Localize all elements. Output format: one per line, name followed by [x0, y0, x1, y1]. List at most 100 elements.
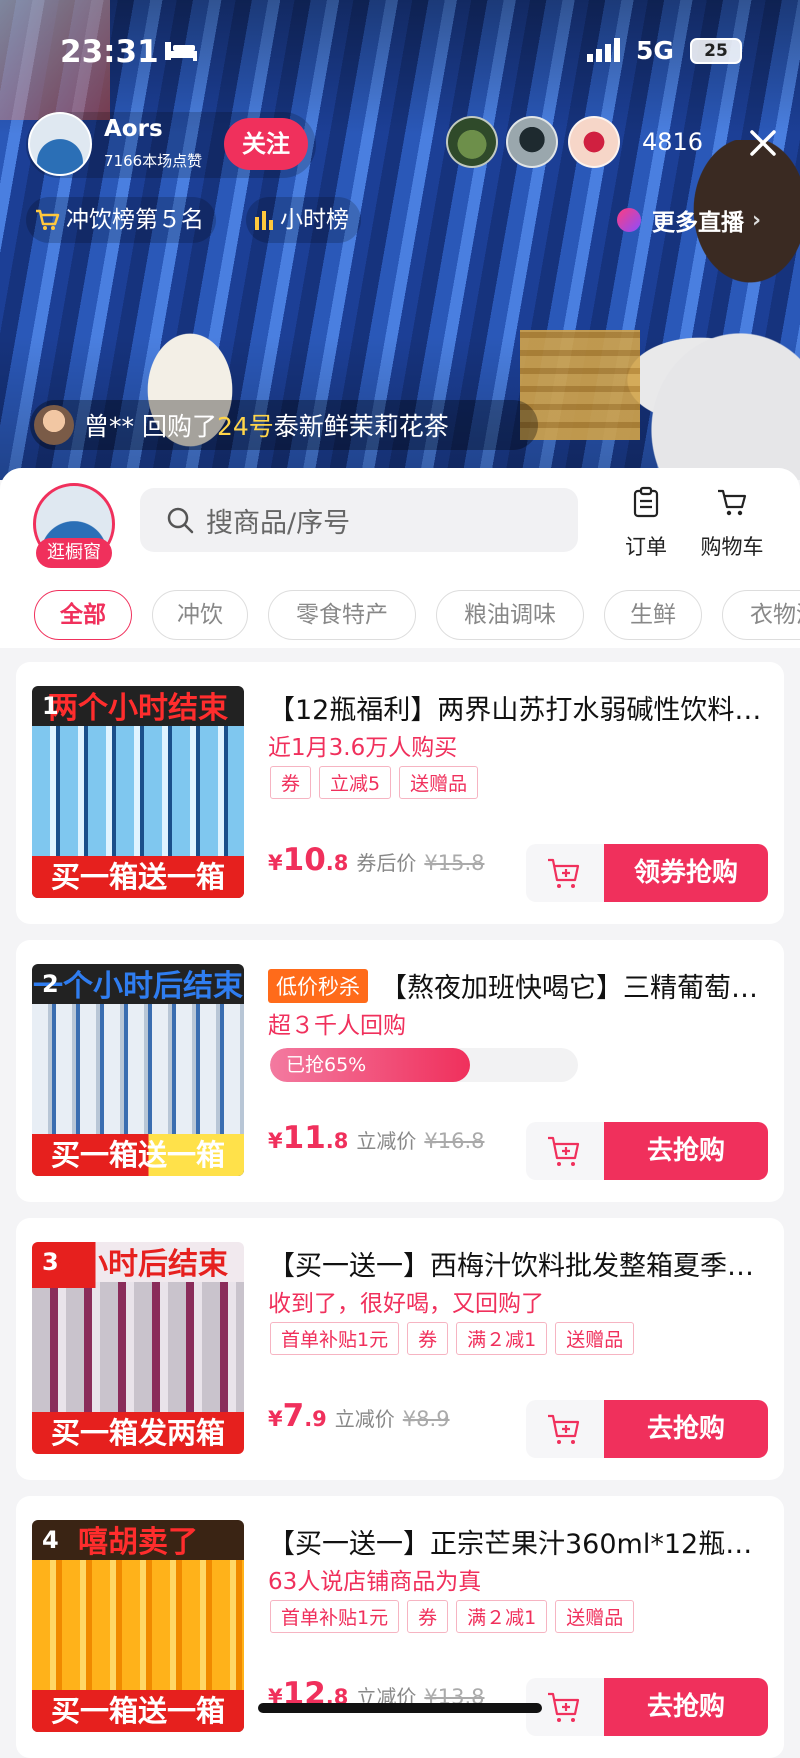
viewer-avatar[interactable]: [446, 116, 498, 168]
network-type: 5G: [636, 36, 674, 65]
viewer-count[interactable]: 4816: [642, 128, 703, 156]
cart-button[interactable]: 购物车: [692, 486, 772, 561]
host-name: Aors: [104, 116, 163, 142]
coupon-tag: 券: [270, 766, 312, 799]
status-time: 23:31: [60, 34, 159, 70]
product-title[interactable]: 【买一送一】西梅汁饮料批发整箱夏季饮品: [268, 1244, 768, 1283]
add-cart-icon: [548, 858, 580, 888]
bar-chart-icon: [255, 211, 273, 230]
subsidy-tag: 首单补贴1元: [270, 1322, 400, 1355]
discount-tag: 立减5: [319, 766, 392, 799]
gift-tag: 送赠品: [555, 1600, 635, 1633]
product-title[interactable]: 【买一送一】正宗芒果汁360ml*12瓶整箱: [268, 1522, 768, 1561]
coupon-tag: 券: [407, 1322, 449, 1355]
discount-tag: 满２减1: [456, 1322, 548, 1355]
viewer-avatar[interactable]: [568, 116, 620, 168]
gift-tag: 送赠品: [555, 1322, 635, 1355]
toast-user-avatar: [34, 405, 74, 445]
toast-user: 曾**: [84, 412, 135, 441]
sold-progress-bar: 已抢65%: [270, 1048, 578, 1082]
category-tabs: 全部 冲饮 零食特产 粮油调味 生鲜 衣物清洁: [0, 590, 800, 644]
thumb-top-text: 嘻胡卖了: [78, 1525, 198, 1560]
search-input[interactable]: 搜商品/序号: [140, 488, 578, 552]
product-tags: 券 立减5 送赠品: [270, 766, 479, 799]
cart-label: 购物车: [700, 535, 764, 559]
bottles-image: [32, 1004, 244, 1134]
tab-grain-oil[interactable]: 粮油调味: [436, 590, 584, 640]
flash-sale-badge: 低价秒杀: [268, 969, 368, 1003]
host-likes: 7166本场点赞: [104, 152, 203, 170]
product-title[interactable]: 【12瓶福利】两界山苏打水弱碱性饮料整箱批发: [268, 688, 768, 727]
bottles-image: [32, 1560, 244, 1690]
close-icon[interactable]: [744, 124, 782, 162]
shopping-cart-icon: [718, 489, 747, 516]
product-thumbnail[interactable]: 一个小时后结束 买一箱送一箱 2: [32, 964, 244, 1176]
product-price: ¥10.8 券后价 ¥15.8: [268, 842, 485, 878]
search-placeholder: 搜商品/序号: [206, 507, 351, 539]
toast-verb: 回购了: [141, 412, 217, 441]
price-label: 立减价: [356, 1129, 417, 1153]
buy-button[interactable]: 领券抢购: [604, 844, 768, 902]
thumb-top-text: 一个小时后结束: [33, 969, 243, 1004]
tab-drinks[interactable]: 冲饮: [152, 590, 248, 640]
product-thumbnail[interactable]: 嘻胡卖了 买一箱送一箱 4: [32, 1520, 244, 1732]
orders-button[interactable]: 订单: [606, 486, 686, 561]
add-cart-icon: [548, 1414, 580, 1444]
follow-button[interactable]: 关注: [224, 118, 308, 170]
original-price: ¥15.8: [424, 851, 485, 875]
tab-fresh[interactable]: 生鲜: [604, 590, 702, 640]
toast-product: 泰新鲜茉莉花茶: [273, 412, 449, 441]
product-price: ¥7.9 立减价 ¥8.9: [268, 1398, 450, 1434]
product-subtitle: 收到了，很好喝，又回购了: [268, 1291, 544, 1317]
add-to-cart-button[interactable]: [526, 1400, 604, 1458]
tab-all[interactable]: 全部: [34, 590, 132, 640]
product-card[interactable]: 两个小时结束 买一箱送一箱 1 【12瓶福利】两界山苏打水弱碱性饮料整箱批发 近…: [16, 662, 784, 924]
buy-button[interactable]: 去抢购: [604, 1678, 768, 1736]
thumb-bottom-text: 买一箱发两箱: [32, 1412, 244, 1454]
chevron-right-icon: ›: [752, 207, 762, 233]
product-card[interactable]: 两小时后结束 买一箱发两箱 3 【买一送一】西梅汁饮料批发整箱夏季饮品 收到了，…: [16, 1218, 784, 1480]
original-price: ¥16.8: [424, 1129, 485, 1153]
search-icon: [167, 507, 194, 534]
thumb-top-text: 两个小时结束: [48, 691, 228, 726]
sleep-mode-icon: [165, 42, 197, 61]
discount-tag: 满２减1: [456, 1600, 548, 1633]
buy-button[interactable]: 去抢购: [604, 1122, 768, 1180]
product-thumbnail[interactable]: 两小时后结束 买一箱发两箱 3: [32, 1242, 244, 1454]
progress-text: 已抢65%: [286, 1054, 367, 1076]
buy-button[interactable]: 去抢购: [604, 1400, 768, 1458]
rank-badge-drinks[interactable]: 冲饮榜第５名: [26, 197, 216, 243]
add-to-cart-button[interactable]: [526, 844, 604, 902]
viewer-avatar[interactable]: [506, 116, 558, 168]
product-title[interactable]: 低价秒杀【熬夜加班快喝它】三精葡萄糖饮料整箱: [268, 966, 768, 1005]
price-label: 立减价: [334, 1407, 395, 1431]
cart-icon: [36, 209, 60, 230]
rank-badge-label: 冲饮榜第５名: [66, 207, 204, 233]
product-card[interactable]: 嘻胡卖了 买一箱送一箱 4 【买一送一】正宗芒果汁360ml*12瓶整箱 63人…: [16, 1496, 784, 1758]
bottles-image: [32, 726, 244, 856]
signal-icon: [587, 38, 620, 62]
coupon-tag: 券: [407, 1600, 449, 1633]
product-card[interactable]: 一个小时后结束 买一箱送一箱 2 低价秒杀【熬夜加班快喝它】三精葡萄糖饮料整箱 …: [16, 940, 784, 1202]
product-thumbnail[interactable]: 两个小时结束 买一箱送一箱 1: [32, 686, 244, 898]
product-rank: 2: [42, 970, 59, 998]
host-avatar[interactable]: [28, 112, 92, 176]
tab-snacks[interactable]: 零食特产: [268, 590, 416, 640]
rank-badge-hourly[interactable]: 小时榜: [246, 197, 361, 243]
add-cart-icon: [548, 1136, 580, 1166]
more-live-link[interactable]: 更多直播 ›: [614, 197, 761, 243]
orders-label: 订单: [625, 535, 667, 559]
shop-window-tag[interactable]: 逛橱窗: [36, 538, 112, 568]
subsidy-tag: 首单补贴1元: [270, 1600, 400, 1633]
original-price: ¥8.9: [402, 1407, 450, 1431]
tab-laundry[interactable]: 衣物清洁: [722, 590, 800, 640]
battery-icon: 25: [690, 38, 742, 64]
thumb-top-text: 两小时后结束: [32, 1242, 244, 1288]
add-to-cart-button[interactable]: [526, 1122, 604, 1180]
thumb-bottom-text: 买一箱送一箱: [32, 856, 244, 898]
price-label: 券后价: [356, 851, 417, 875]
streamer: [610, 140, 800, 480]
rank-badge-label: 小时榜: [280, 207, 349, 233]
home-indicator[interactable]: [258, 1703, 542, 1713]
product-rank: 4: [42, 1526, 59, 1554]
